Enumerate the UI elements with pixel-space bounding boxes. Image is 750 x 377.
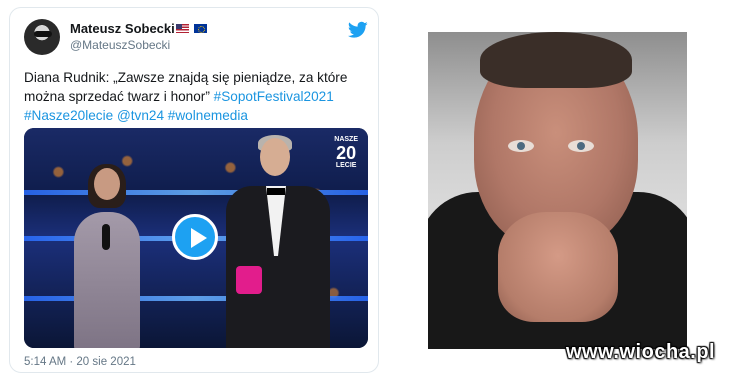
tweet-timestamp[interactable]: 5:14 AM · 20 sie 2021 [24,356,136,368]
show-logo: NASZE 20 LECIE [334,136,358,170]
author-flags [176,22,209,34]
photo-eye-right [568,140,594,152]
watermark: www.wiocha.pl [566,341,716,363]
photo-clasped-hands [498,212,618,322]
tweet-header: Mateusz Sobecki @MateuszSobecki [24,19,368,59]
mention-link[interactable]: @tvn24 [117,108,164,123]
hashtag-link[interactable]: #Nasze20lecie [24,108,113,123]
portrait-photo [428,32,687,349]
author-handle[interactable]: @MateuszSobecki [70,38,170,52]
play-icon[interactable] [172,214,218,260]
hashtag-link[interactable]: #SopotFestival2021 [214,89,334,104]
eu-flag-icon [194,23,208,33]
avatar[interactable] [24,19,60,55]
video-thumbnail[interactable]: NASZE 20 LECIE [24,128,368,348]
embedded-tweet-card[interactable]: Mateusz Sobecki @MateuszSobecki Diana Ru… [9,7,379,373]
photo-eye-left [508,140,534,152]
us-flag-icon [176,23,189,33]
logo-bottom-text: LECIE [335,162,357,169]
tweet-text: Diana Rudnik: „Zawsze znajdą się pieniąd… [24,68,369,125]
photo-hair [480,32,632,88]
presenter-man [214,135,344,348]
meme-canvas: Mateusz Sobecki @MateuszSobecki Diana Ru… [0,0,750,377]
presenter-woman [62,164,152,348]
logo-number: 20 [336,143,357,163]
twitter-bird-icon[interactable] [348,21,368,39]
hashtag-link[interactable]: #wolnemedia [168,108,248,123]
author-name[interactable]: Mateusz Sobecki [70,21,175,36]
